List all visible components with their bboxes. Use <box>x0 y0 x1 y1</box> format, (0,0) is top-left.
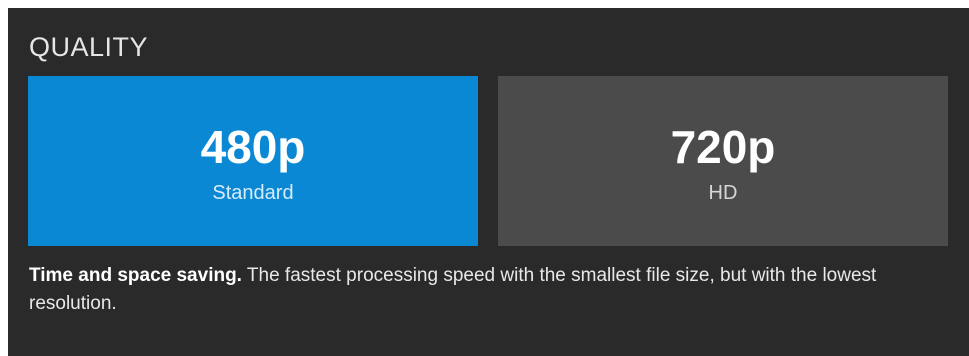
option-label: HD <box>708 181 738 204</box>
description-headline: Time and space saving. <box>29 265 242 286</box>
quality-option-720p[interactable]: 720p HD <box>498 76 948 246</box>
option-label: Standard <box>212 181 294 204</box>
quality-panel: QUALITY 480p Standard 720p HD Time and s… <box>8 8 969 356</box>
section-title: QUALITY <box>29 32 149 62</box>
quality-options: 480p Standard 720p HD <box>28 76 948 246</box>
quality-description: Time and space saving. The fastest proce… <box>29 262 939 318</box>
option-resolution: 480p <box>200 120 306 173</box>
quality-option-480p[interactable]: 480p Standard <box>28 76 478 246</box>
option-resolution: 720p <box>670 120 776 173</box>
